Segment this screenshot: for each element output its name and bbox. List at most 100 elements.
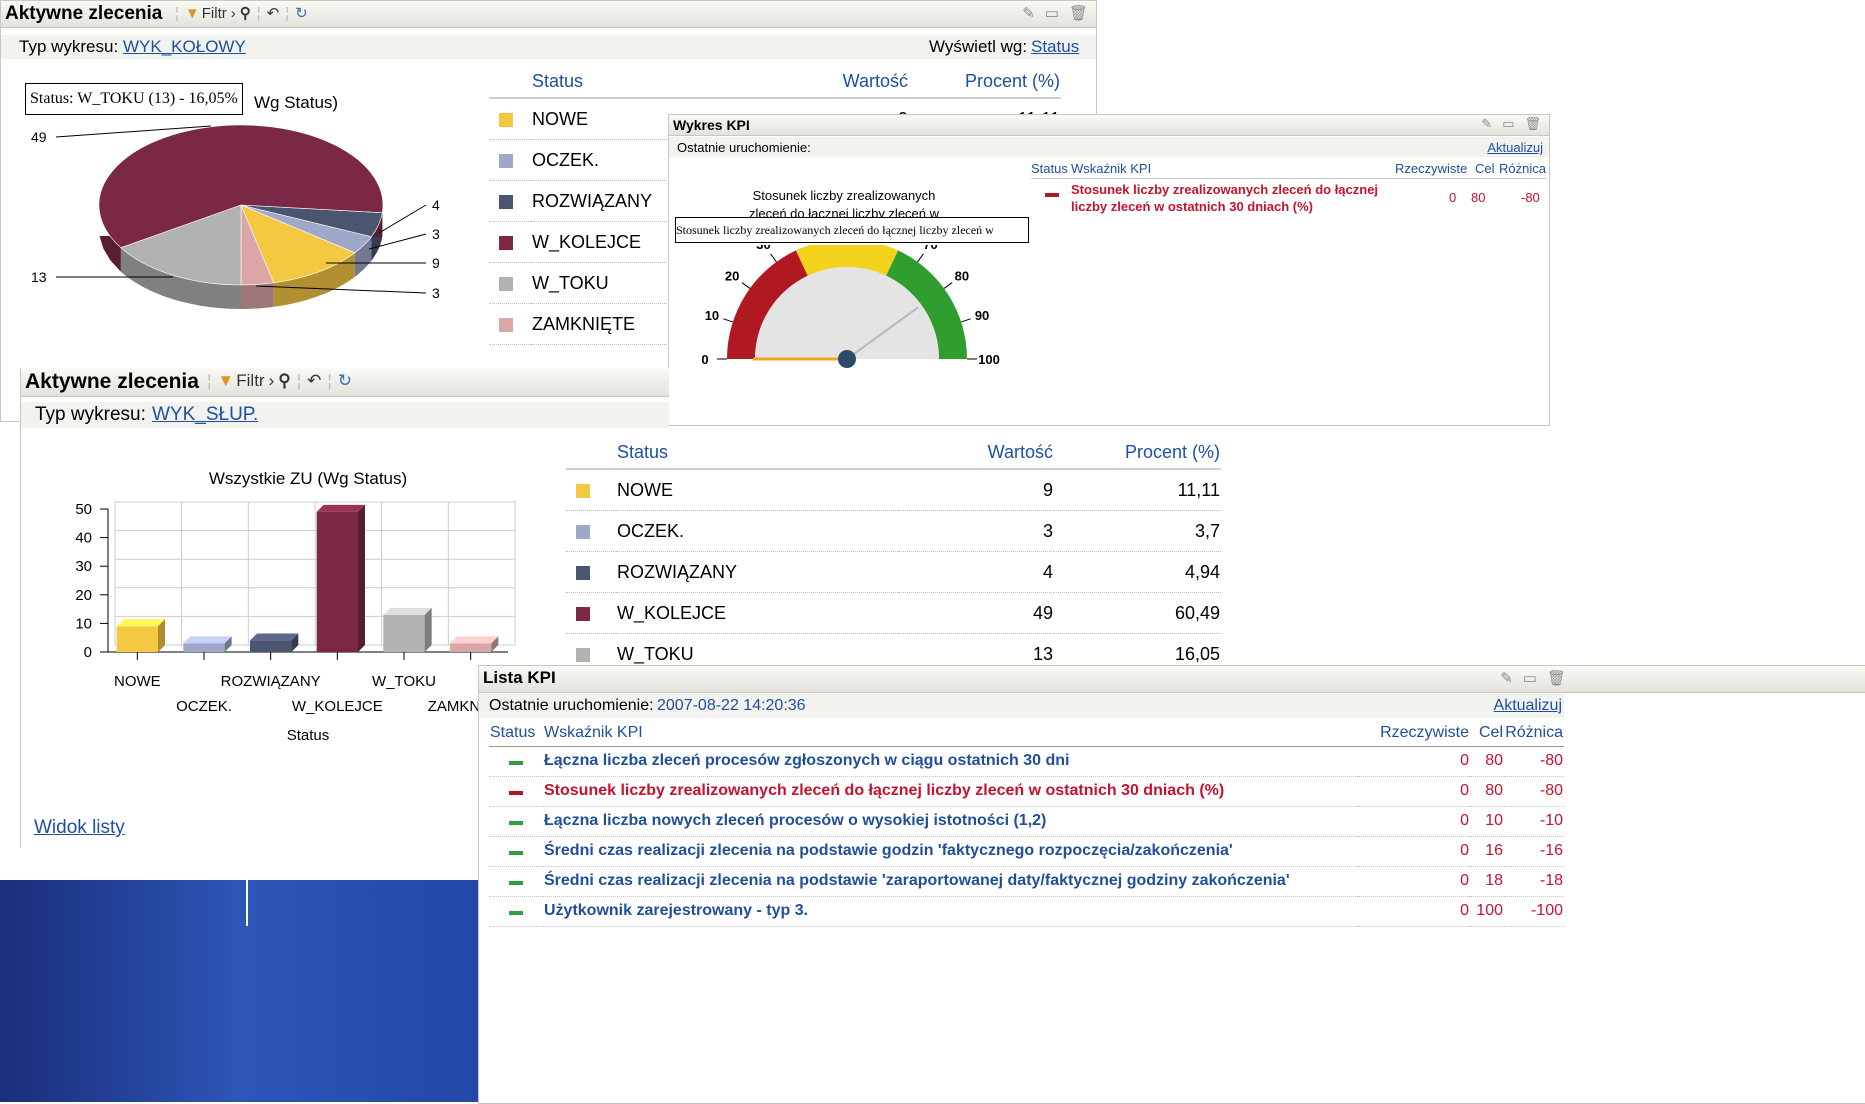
kpi-list-header: Lista KPI ✎ ▭ 🗑 xyxy=(479,666,1865,693)
last-run-label: Ostatnie uruchomienie: xyxy=(677,140,811,155)
bar-top xyxy=(183,636,232,644)
bar-top xyxy=(116,619,165,627)
gauge-panel-header: Wykres KPI ✎ ▭ 🗑 xyxy=(669,115,1549,136)
bar-nowe[interactable] xyxy=(116,626,158,652)
bar-oczek[interactable] xyxy=(183,643,225,652)
kpi-name-link[interactable]: Łączna liczba zleceń procesów zgłoszonyc… xyxy=(543,746,1358,777)
bar-w-toku[interactable] xyxy=(383,614,425,652)
gauge-kpi-name[interactable]: Stosunek liczby zrealizowanych zleceń do… xyxy=(1071,181,1391,215)
kpi-row[interactable]: Średni czas realizacji zlecenia na podst… xyxy=(489,836,1564,867)
binoculars-icon[interactable]: ⚲ xyxy=(278,371,290,391)
last-run-label: Ostatnie uruchomienie: xyxy=(489,697,654,714)
kpi-header[interactable]: Wskaźnik KPI xyxy=(543,721,1358,747)
kpi-row[interactable]: Łączna liczba nowych zleceń procesów o w… xyxy=(489,806,1564,837)
table-row[interactable]: W_KOLEJCE 49 60,49 xyxy=(566,592,1221,634)
target-header[interactable]: Cel xyxy=(1470,721,1504,747)
refresh-link[interactable]: Aktualizuj xyxy=(1494,697,1562,715)
status-cell: W_KOLEJCE xyxy=(616,592,899,634)
bar-chart-title: Wszystkie ZU (Wg Status) xyxy=(209,469,407,488)
kpi-name-link[interactable]: Użytkownik zarejestrowany - typ 3. xyxy=(543,896,1358,927)
x-axis-label: Status xyxy=(287,727,330,744)
value-header[interactable]: Wartość xyxy=(898,436,1054,470)
chart-type-label: Typ wykresu: xyxy=(35,404,146,425)
bar-zamknie-te[interactable] xyxy=(450,643,492,652)
percent-header[interactable]: Procent (%) xyxy=(909,65,1061,99)
trash-icon[interactable]: 🗑 xyxy=(1524,116,1541,132)
value-cell: 9 xyxy=(898,469,1054,511)
kpi-name-link[interactable]: Średni czas realizacji zlecenia na podst… xyxy=(543,836,1358,867)
gauge-tick xyxy=(770,253,777,263)
gauge-tick xyxy=(917,253,924,263)
percent-cell: 3,7 xyxy=(1054,510,1221,552)
trash-icon[interactable]: 🗑 xyxy=(1547,669,1566,687)
kpi-row[interactable]: Łączna liczba zleceń procesów zgłoszonyc… xyxy=(489,746,1564,777)
display-by-link[interactable]: Status xyxy=(1031,37,1079,57)
table-row[interactable]: OCZEK. 3 3,7 xyxy=(566,510,1221,552)
trash-icon[interactable]: 🗑 xyxy=(1069,4,1088,22)
gauge-tick-label: 80 xyxy=(955,269,969,284)
gauge-header-target[interactable]: Cel xyxy=(1475,161,1495,176)
percent-cell: 4,94 xyxy=(1054,551,1221,593)
gauge-kpi-header-status[interactable]: Status xyxy=(1031,161,1068,176)
gauge-hub xyxy=(838,350,856,368)
bar-rozwia-zany[interactable] xyxy=(250,640,292,652)
legend-swatch xyxy=(576,647,590,662)
callout-label: 4 xyxy=(432,197,440,213)
percent-cell: 60,49 xyxy=(1054,592,1221,634)
minimize-icon[interactable]: ▭ xyxy=(1523,669,1537,687)
percent-header[interactable]: Procent (%) xyxy=(1054,436,1221,470)
edit-icon[interactable]: ✎ xyxy=(1022,4,1035,22)
kpi-actual: 0 xyxy=(1358,896,1470,927)
minimize-icon[interactable]: ▭ xyxy=(1502,116,1514,132)
kpi-name-link[interactable]: Stosunek liczby zrealizowanych zleceń do… xyxy=(543,776,1358,807)
status-ok-icon xyxy=(509,911,523,915)
kpi-diff: -80 xyxy=(1504,776,1564,807)
legend-swatch xyxy=(499,153,513,168)
refresh-link[interactable]: Aktualizuj xyxy=(1487,140,1543,155)
status-bad-icon xyxy=(1045,193,1059,197)
value-header[interactable]: Wartość xyxy=(774,65,909,99)
kpi-row[interactable]: Średni czas realizacji zlecenia na podst… xyxy=(489,866,1564,897)
y-tick-label: 20 xyxy=(75,587,92,604)
diff-header[interactable]: Różnica xyxy=(1504,721,1564,747)
edit-icon[interactable]: ✎ xyxy=(1481,116,1492,132)
bar-panel-header: Aktywne zlecenia ¦ ▼ Filtr › ⚲ ¦ ↶ ¦ ↻ xyxy=(21,368,669,397)
gauge-caption-line1: Stosunek liczby zrealizowanych xyxy=(752,188,936,203)
bar-chart: Wszystkie ZU (Wg Status) 0 10 20 30 40 50 NOWE O… xyxy=(75,469,516,744)
status-header[interactable]: Status xyxy=(531,65,775,99)
filter-icon[interactable]: ▼ xyxy=(217,371,234,391)
bar-top xyxy=(450,636,499,644)
status-bad-icon xyxy=(509,791,523,795)
gauge-kpi-header-kpi[interactable]: Wskaźnik KPI xyxy=(1071,161,1151,176)
kpi-actual: 0 xyxy=(1358,836,1470,867)
kpi-name-link[interactable]: Średni czas realizacji zlecenia na podst… xyxy=(543,866,1358,897)
minimize-icon[interactable]: ▭ xyxy=(1045,4,1059,22)
callout-label: 3 xyxy=(432,226,440,242)
kpi-target: 18 xyxy=(1470,866,1504,897)
gauge-header-actual[interactable]: Rzeczywiste xyxy=(1395,161,1467,176)
status-header[interactable]: Status xyxy=(489,721,543,747)
undo-icon[interactable]: ↶ xyxy=(307,371,321,391)
list-view-link[interactable]: Widok listy xyxy=(34,817,125,839)
edit-icon[interactable]: ✎ xyxy=(1500,669,1513,687)
x-tick-label: W_TOKU xyxy=(372,673,436,690)
bar-top xyxy=(383,607,432,615)
status-header[interactable]: Status xyxy=(616,436,899,470)
bar-w-kolejce[interactable] xyxy=(316,511,358,652)
gauge-tick xyxy=(741,282,751,289)
gauge-header-diff[interactable]: Różnica xyxy=(1499,161,1546,176)
table-row[interactable]: NOWE911,11 xyxy=(566,469,1221,511)
filter-button[interactable]: Filtr xyxy=(236,371,264,391)
table-row[interactable]: ROZWIĄZANY 4 4,94 xyxy=(566,551,1221,593)
actual-header[interactable]: Rzeczywiste xyxy=(1358,721,1470,747)
x-tick-label: OCZEK. xyxy=(176,698,232,715)
kpi-name-link[interactable]: Łączna liczba nowych zleceń procesów o w… xyxy=(543,806,1358,837)
chart-type-link[interactable]: WYK_SŁUP. xyxy=(152,404,258,426)
bar-top xyxy=(250,633,299,641)
refresh-icon[interactable]: ↻ xyxy=(338,371,352,391)
gauge-tick-label: 30 xyxy=(756,245,770,252)
kpi-row[interactable]: Użytkownik zarejestrowany - typ 3. 0 100 -1… xyxy=(489,896,1564,927)
status-ok-icon xyxy=(509,761,523,765)
callout-label: 49 xyxy=(31,129,47,145)
kpi-row[interactable]: Stosunek liczby zrealizowanych zleceń do… xyxy=(489,776,1564,807)
